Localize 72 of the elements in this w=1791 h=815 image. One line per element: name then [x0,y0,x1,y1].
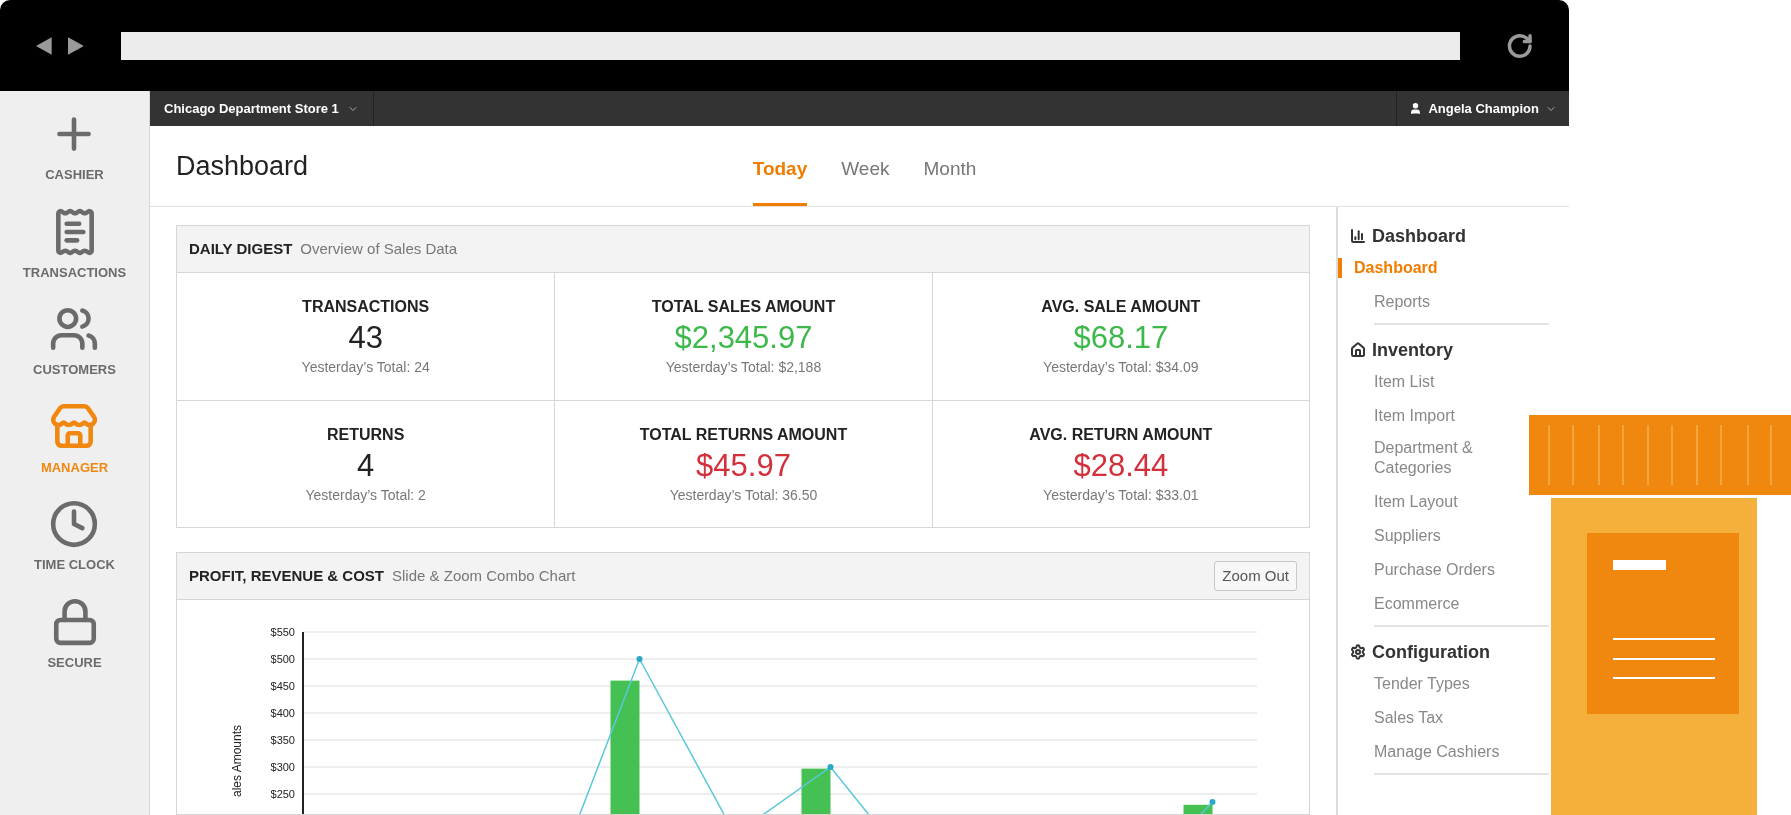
stat-value: $68.17 [1073,319,1169,357]
nav-link[interactable]: Reports [1374,292,1431,312]
sidebar-item[interactable]: SECURE [47,596,102,672]
stat-note: Yesterday’s Total: $33.01 [1043,485,1199,505]
stat-note: Yesterday’s Total: $34.09 [1043,358,1199,377]
panel-title: DAILY DIGEST [189,238,293,259]
stat-label: TOTAL RETURNS AMOUNT [639,424,848,445]
store-dropdown[interactable]: Chicago Department Store 1 [150,91,374,126]
stat-note: Yesterday’s Total: 36.50 [669,485,818,505]
nav-link[interactable]: Department & Categories [1374,438,1504,478]
axis-tick-label: $300 [270,761,295,773]
stat-value: $28.44 [1073,446,1169,485]
panel-subtitle: Slide & Zoom Combo Chart [392,565,576,586]
axis-tick-label: $250 [270,788,295,800]
nav-link[interactable]: Manage Cashiers [1374,742,1500,762]
chart-point [636,656,643,662]
sidebar-item[interactable]: CUSTOMERS [33,304,116,380]
bar-chart-icon [1350,228,1366,244]
chart-point [1209,799,1216,806]
stat-label: TOTAL SALES AMOUNT [651,297,836,317]
page-title: Dashboard [176,150,309,183]
back-icon[interactable] [36,36,52,55]
user-dropdown[interactable]: Angela Champion [1396,91,1569,126]
axis-tick-label: $500 [270,653,295,665]
nav-link[interactable]: Suppliers [1374,526,1441,546]
user-icon [1409,102,1423,115]
period-tab[interactable]: Month [923,126,977,206]
stat-note: Yesterday’s Total: 24 [301,358,430,377]
axis-tick-label: $450 [270,680,295,692]
stat-note: Yesterday’s Total: 2 [305,485,426,505]
stat-note: Yesterday’s Total: $2,188 [665,358,822,377]
stat-value: $2,345.97 [674,319,813,357]
chart-bar [801,768,831,814]
axis-tick-label: $400 [270,707,295,719]
stat-label: RETURNS [327,424,405,445]
nav-section-title: Configuration [1372,640,1490,664]
sidebar-item[interactable]: TRANSACTIONS [22,206,127,282]
clock-icon [49,499,100,549]
reload-icon[interactable] [1505,31,1533,60]
zoom-out-button[interactable]: Zoom Out [1214,561,1297,591]
axis-tick-label: $350 [270,734,295,746]
axis-title: ales Amounts [230,725,244,798]
chart-bar [1183,804,1213,814]
address-bar[interactable] [121,31,1460,60]
nav-link[interactable]: Tender Types [1374,674,1470,694]
stat-value: 43 [348,319,383,357]
chart-point [827,764,834,770]
stat-value: $45.97 [696,446,791,485]
period-tab[interactable]: Today [752,126,808,206]
sidebar-item[interactable]: CASHIER [45,109,104,185]
sidebar-item[interactable]: MANAGER [40,401,109,477]
nav-link[interactable]: Ecommerce [1374,594,1460,614]
nav-link[interactable]: Sales Tax [1374,708,1444,728]
nav-link[interactable]: Dashboard [1338,258,1438,278]
forward-icon[interactable] [67,36,84,55]
nav-link[interactable]: Item Layout [1374,492,1458,512]
panel-subtitle: Overview of Sales Data [300,238,458,259]
sidebar-item[interactable]: TIME CLOCK [34,499,115,575]
axis-tick-label: $550 [270,626,295,638]
nav-section-title: Inventory [1372,338,1454,362]
panel-title: PROFIT, REVENUE & COST [189,565,385,586]
settings-icon [1350,644,1366,660]
nav-link[interactable]: Item Import [1374,406,1455,426]
stat-label: TRANSACTIONS [302,297,430,317]
nav-link[interactable]: Item List [1374,372,1435,392]
house-icon [1350,342,1366,358]
nav-section-title: Dashboard [1372,224,1467,248]
stat-label: AVG. RETURN AMOUNT [1029,424,1213,445]
period-tab[interactable]: Week [841,126,890,206]
stat-label: AVG. SALE AMOUNT [1041,297,1201,317]
nav-link[interactable]: Purchase Orders [1374,560,1495,580]
stat-value: 4 [357,446,375,485]
